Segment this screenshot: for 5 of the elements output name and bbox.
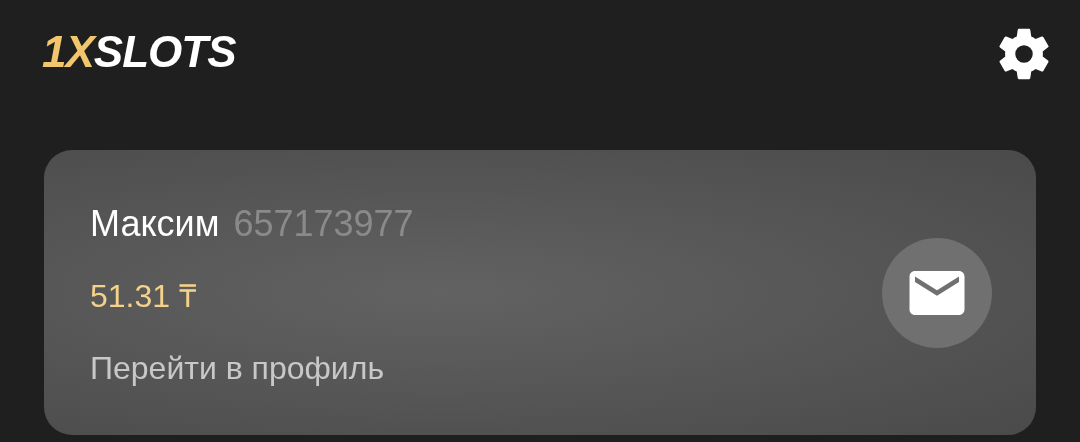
user-name: Максим <box>90 201 220 246</box>
profile-link[interactable]: Перейти в профиль <box>90 347 414 388</box>
balance: 51.31 ₸ <box>90 276 197 316</box>
logo: 1XSLOTS <box>42 28 236 76</box>
settings-icon[interactable] <box>996 26 1052 82</box>
